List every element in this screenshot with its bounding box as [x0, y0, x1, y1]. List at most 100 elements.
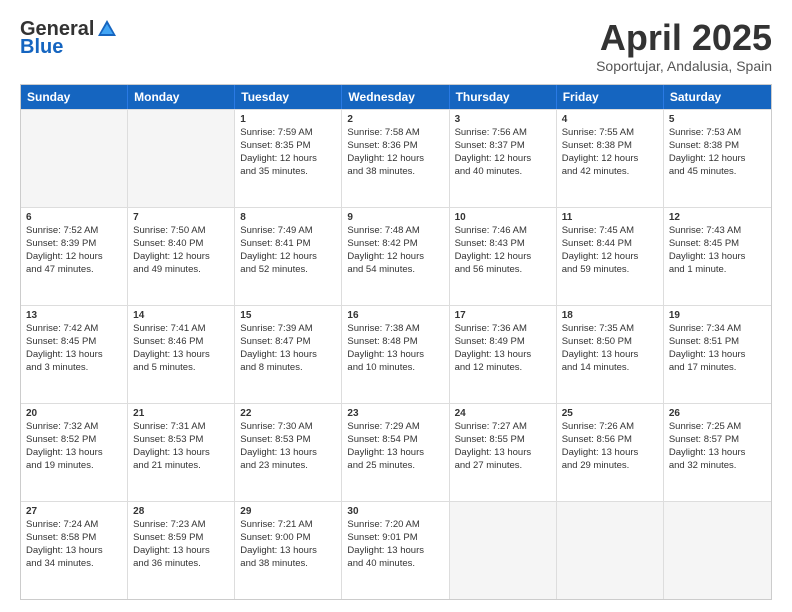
day-number: 23 [347, 407, 443, 421]
calendar-cell: 21Sunrise: 7:31 AMSunset: 8:53 PMDayligh… [128, 404, 235, 501]
day-detail: Sunrise: 7:56 AM [455, 127, 551, 140]
day-detail: Sunset: 8:47 PM [240, 336, 336, 349]
day-detail: Sunset: 8:44 PM [562, 238, 658, 251]
day-detail: Sunrise: 7:39 AM [240, 323, 336, 336]
day-detail: and 56 minutes. [455, 264, 551, 277]
calendar-cell: 20Sunrise: 7:32 AMSunset: 8:52 PMDayligh… [21, 404, 128, 501]
calendar-cell [557, 502, 664, 599]
calendar-row-1: 6Sunrise: 7:52 AMSunset: 8:39 PMDaylight… [21, 207, 771, 305]
calendar-cell: 29Sunrise: 7:21 AMSunset: 9:00 PMDayligh… [235, 502, 342, 599]
day-detail: Daylight: 12 hours [562, 251, 658, 264]
calendar-cell: 22Sunrise: 7:30 AMSunset: 8:53 PMDayligh… [235, 404, 342, 501]
day-number: 24 [455, 407, 551, 421]
day-number: 4 [562, 113, 658, 127]
calendar-cell: 15Sunrise: 7:39 AMSunset: 8:47 PMDayligh… [235, 306, 342, 403]
day-detail: and 27 minutes. [455, 460, 551, 473]
location: Soportujar, Andalusia, Spain [596, 58, 772, 74]
day-detail: Daylight: 13 hours [26, 349, 122, 362]
day-number: 8 [240, 211, 336, 225]
calendar-cell: 12Sunrise: 7:43 AMSunset: 8:45 PMDayligh… [664, 208, 771, 305]
day-detail: Daylight: 13 hours [455, 349, 551, 362]
day-number: 2 [347, 113, 443, 127]
day-detail: Sunrise: 7:53 AM [669, 127, 766, 140]
day-number: 15 [240, 309, 336, 323]
day-detail: and 25 minutes. [347, 460, 443, 473]
calendar-cell: 16Sunrise: 7:38 AMSunset: 8:48 PMDayligh… [342, 306, 449, 403]
header-wednesday: Wednesday [342, 85, 449, 109]
day-number: 1 [240, 113, 336, 127]
day-number: 22 [240, 407, 336, 421]
day-detail: Daylight: 12 hours [347, 153, 443, 166]
day-detail: Daylight: 13 hours [347, 447, 443, 460]
day-detail: Sunset: 8:37 PM [455, 140, 551, 153]
day-detail: Sunrise: 7:48 AM [347, 225, 443, 238]
calendar-cell: 11Sunrise: 7:45 AMSunset: 8:44 PMDayligh… [557, 208, 664, 305]
day-detail: Sunrise: 7:32 AM [26, 421, 122, 434]
header-saturday: Saturday [664, 85, 771, 109]
day-detail: and 32 minutes. [669, 460, 766, 473]
calendar-cell: 19Sunrise: 7:34 AMSunset: 8:51 PMDayligh… [664, 306, 771, 403]
calendar-cell: 14Sunrise: 7:41 AMSunset: 8:46 PMDayligh… [128, 306, 235, 403]
calendar-cell: 18Sunrise: 7:35 AMSunset: 8:50 PMDayligh… [557, 306, 664, 403]
day-detail: Sunset: 8:35 PM [240, 140, 336, 153]
day-detail: Sunrise: 7:41 AM [133, 323, 229, 336]
title-block: April 2025 Soportujar, Andalusia, Spain [596, 18, 772, 74]
day-detail: Daylight: 13 hours [562, 447, 658, 460]
day-detail: Sunrise: 7:30 AM [240, 421, 336, 434]
day-detail: Daylight: 13 hours [455, 447, 551, 460]
day-detail: Sunset: 8:56 PM [562, 434, 658, 447]
day-detail: Sunset: 9:00 PM [240, 532, 336, 545]
day-number: 25 [562, 407, 658, 421]
calendar-cell: 5Sunrise: 7:53 AMSunset: 8:38 PMDaylight… [664, 110, 771, 207]
day-detail: Sunrise: 7:35 AM [562, 323, 658, 336]
day-detail: Daylight: 12 hours [26, 251, 122, 264]
day-detail: and 3 minutes. [26, 362, 122, 375]
day-number: 13 [26, 309, 122, 323]
day-number: 10 [455, 211, 551, 225]
calendar-cell: 25Sunrise: 7:26 AMSunset: 8:56 PMDayligh… [557, 404, 664, 501]
day-detail: and 49 minutes. [133, 264, 229, 277]
header-sunday: Sunday [21, 85, 128, 109]
day-detail: Sunrise: 7:20 AM [347, 519, 443, 532]
day-detail: Sunset: 8:54 PM [347, 434, 443, 447]
logo-icon [96, 18, 118, 40]
logo: General Blue [20, 18, 118, 59]
day-detail: Daylight: 13 hours [347, 349, 443, 362]
day-detail: Sunset: 8:48 PM [347, 336, 443, 349]
month-title: April 2025 [596, 18, 772, 58]
day-detail: Daylight: 12 hours [455, 153, 551, 166]
day-detail: Sunset: 8:38 PM [669, 140, 766, 153]
day-detail: Sunset: 8:39 PM [26, 238, 122, 251]
day-number: 28 [133, 505, 229, 519]
day-detail: Sunset: 8:42 PM [347, 238, 443, 251]
day-detail: and 52 minutes. [240, 264, 336, 277]
calendar-cell: 7Sunrise: 7:50 AMSunset: 8:40 PMDaylight… [128, 208, 235, 305]
day-number: 21 [133, 407, 229, 421]
calendar-cell: 3Sunrise: 7:56 AMSunset: 8:37 PMDaylight… [450, 110, 557, 207]
calendar-body: 1Sunrise: 7:59 AMSunset: 8:35 PMDaylight… [21, 109, 771, 599]
day-number: 18 [562, 309, 658, 323]
day-detail: Sunset: 8:40 PM [133, 238, 229, 251]
calendar-cell: 6Sunrise: 7:52 AMSunset: 8:39 PMDaylight… [21, 208, 128, 305]
day-detail: Daylight: 13 hours [240, 447, 336, 460]
day-number: 16 [347, 309, 443, 323]
day-number: 9 [347, 211, 443, 225]
day-number: 11 [562, 211, 658, 225]
day-number: 12 [669, 211, 766, 225]
day-detail: Daylight: 13 hours [240, 545, 336, 558]
day-detail: Sunrise: 7:45 AM [562, 225, 658, 238]
day-detail: and 42 minutes. [562, 166, 658, 179]
day-detail: Daylight: 13 hours [347, 545, 443, 558]
day-detail: Sunrise: 7:55 AM [562, 127, 658, 140]
day-detail: Daylight: 13 hours [669, 447, 766, 460]
day-detail: and 40 minutes. [455, 166, 551, 179]
day-detail: Daylight: 12 hours [240, 251, 336, 264]
day-detail: Sunset: 8:45 PM [669, 238, 766, 251]
day-detail: Sunrise: 7:52 AM [26, 225, 122, 238]
day-detail: and 21 minutes. [133, 460, 229, 473]
calendar-row-2: 13Sunrise: 7:42 AMSunset: 8:45 PMDayligh… [21, 305, 771, 403]
day-detail: Daylight: 13 hours [26, 545, 122, 558]
day-number: 3 [455, 113, 551, 127]
calendar-header: Sunday Monday Tuesday Wednesday Thursday… [21, 85, 771, 109]
day-detail: and 40 minutes. [347, 558, 443, 571]
